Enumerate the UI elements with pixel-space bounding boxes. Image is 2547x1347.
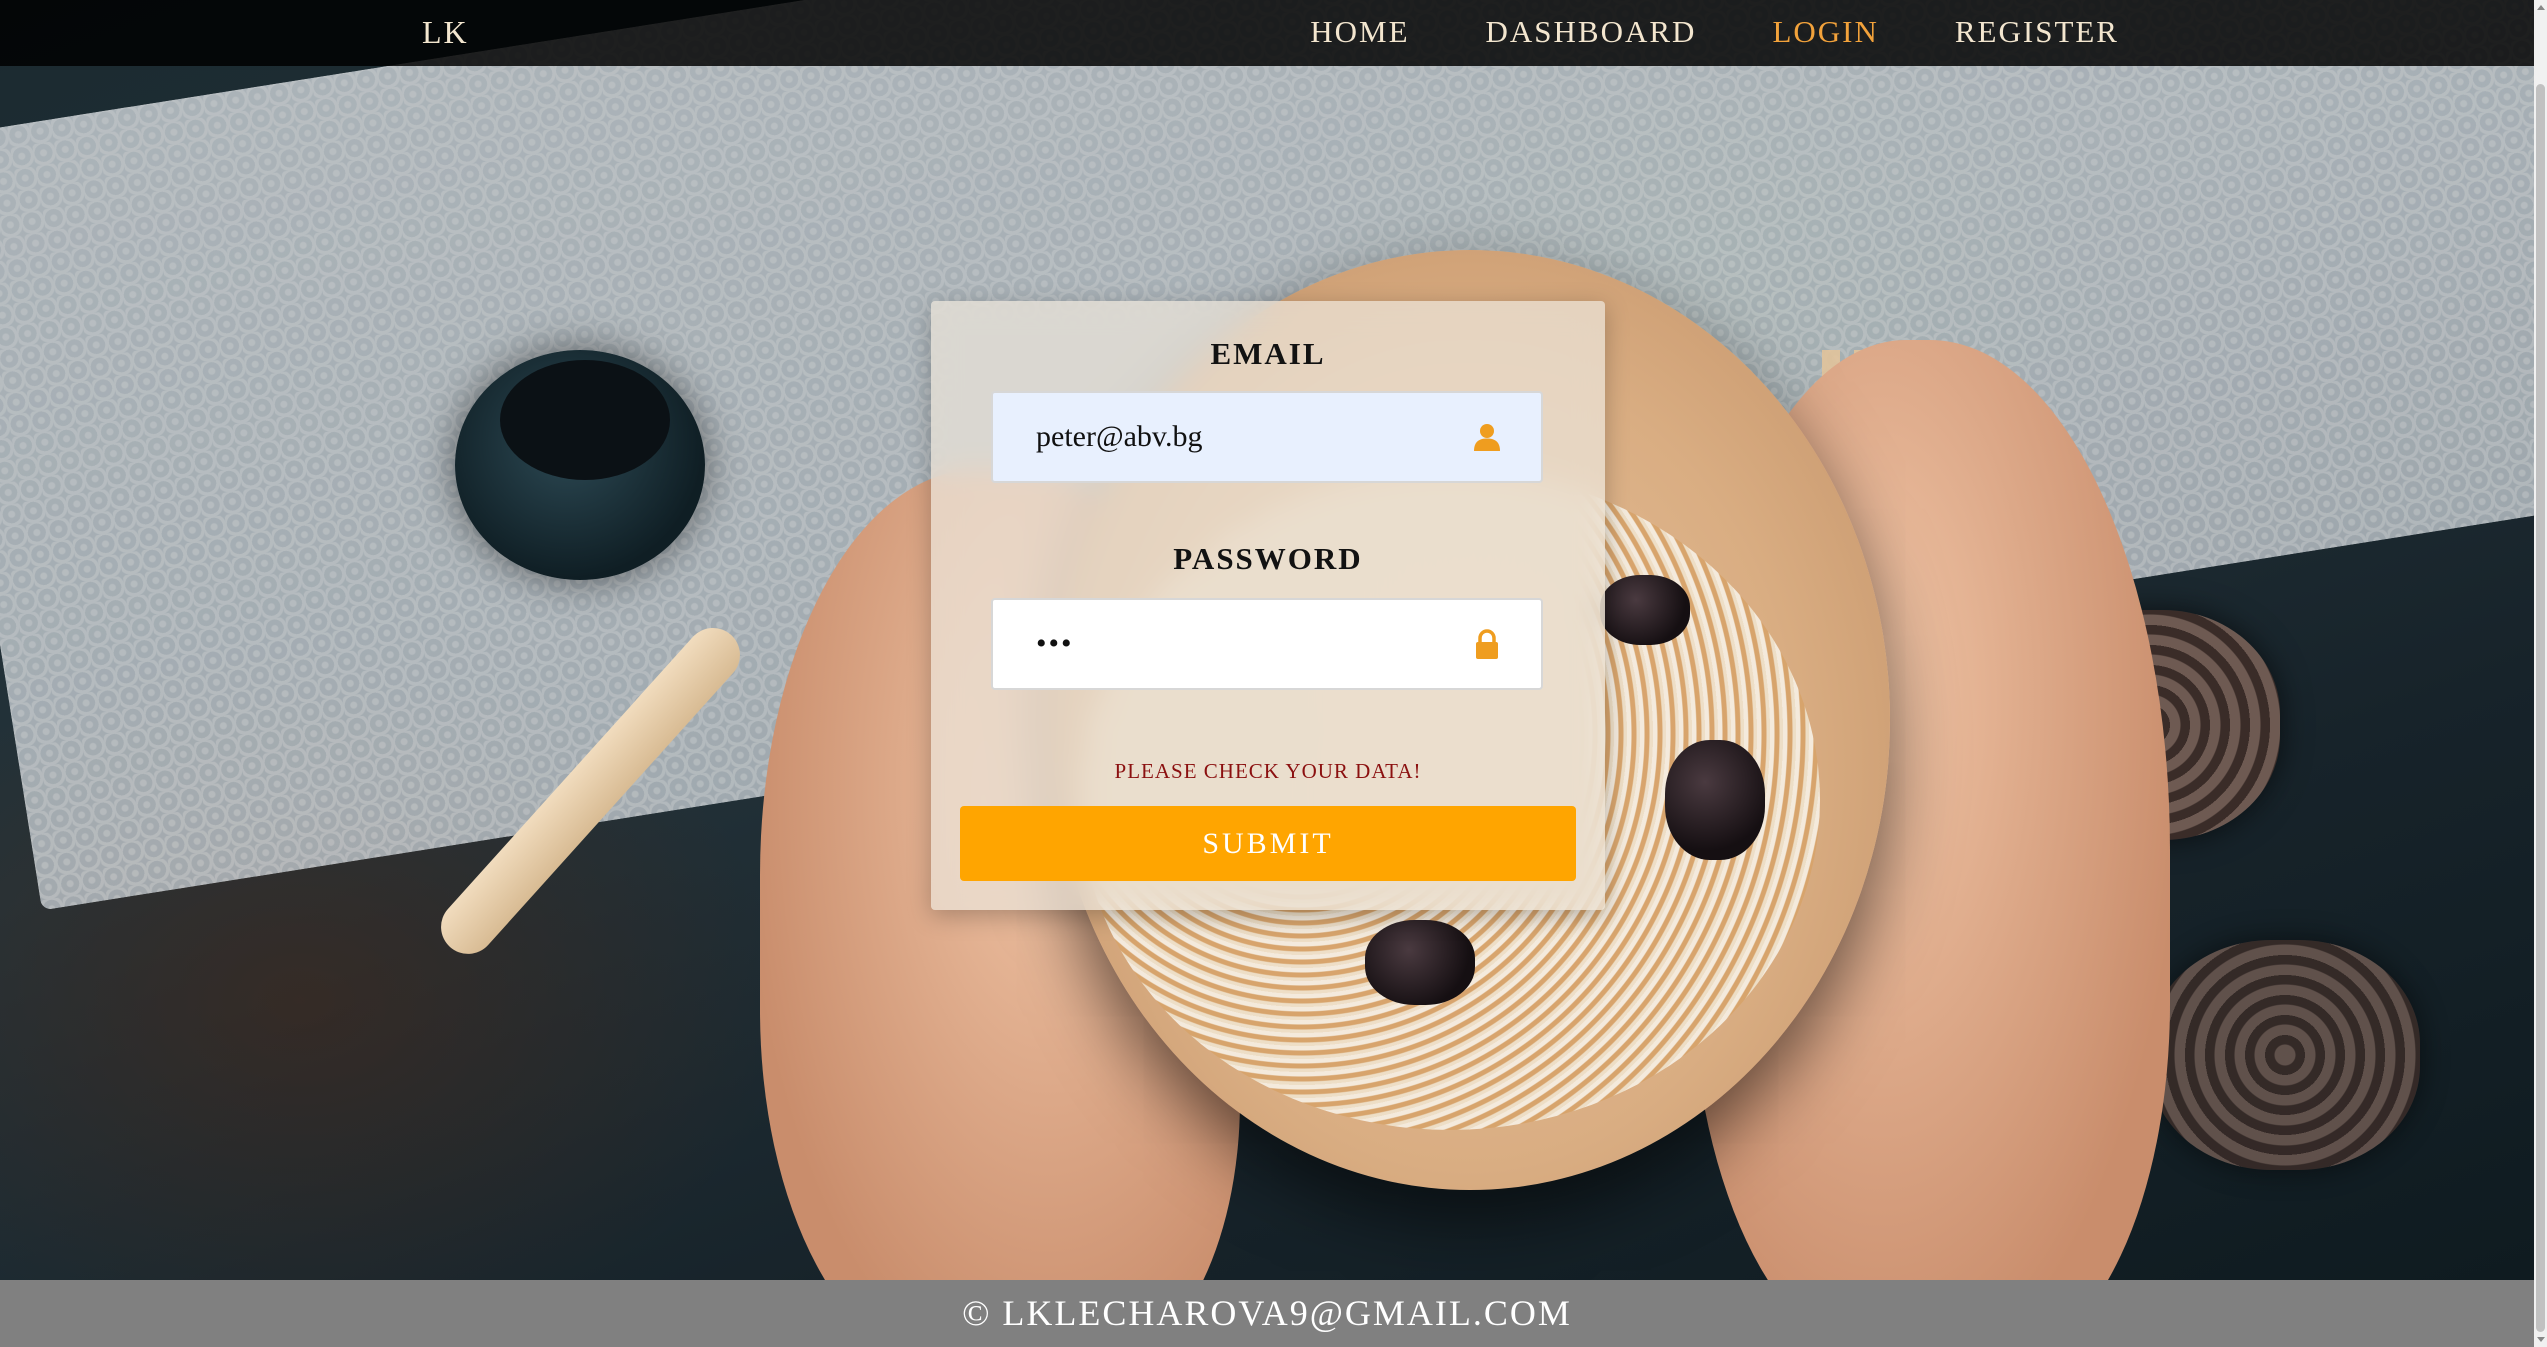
email-field-wrapper — [991, 391, 1543, 483]
scrollbar-thumb[interactable] — [2536, 84, 2545, 1332]
password-label: PASSWORD — [1173, 541, 1363, 576]
password-field-wrapper — [991, 598, 1543, 690]
scroll-down-icon[interactable] — [2537, 1337, 2545, 1342]
email-label: EMAIL — [1210, 336, 1326, 371]
page: LK HOME DASHBOARD LOGIN REGISTER EMAIL P… — [0, 0, 2547, 1347]
login-form: EMAIL PASSWORD PLEASE CHECK YOUR DATA! S… — [931, 301, 1605, 910]
error-message: PLEASE CHECK YOUR DATA! — [1114, 759, 1422, 783]
scroll-up-icon[interactable] — [2537, 5, 2545, 10]
footer: © LKLECHAROVA9@GMAIL.COM — [0, 1280, 2534, 1347]
navbar: LK HOME DASHBOARD LOGIN REGISTER — [0, 0, 2534, 66]
nav-link-login[interactable]: LOGIN — [1772, 14, 1878, 50]
footer-contact: © LKLECHAROVA9@GMAIL.COM — [962, 1293, 1572, 1333]
raisin — [1665, 740, 1765, 860]
pinecone — [2150, 940, 2420, 1170]
password-input[interactable] — [993, 600, 1541, 688]
nav-link-home[interactable]: HOME — [1310, 14, 1409, 50]
nav-links: HOME DASHBOARD LOGIN REGISTER — [1310, 14, 2119, 50]
user-icon — [1474, 424, 1500, 451]
submit-button[interactable]: SUBMIT — [960, 806, 1576, 881]
scrollbar[interactable] — [2534, 0, 2547, 1347]
vase-mouth — [500, 360, 670, 480]
email-input[interactable] — [993, 393, 1541, 481]
nav-link-register[interactable]: REGISTER — [1955, 14, 2119, 50]
brand-logo[interactable]: LK — [422, 14, 469, 51]
lock-icon — [1476, 629, 1498, 659]
raisin — [1600, 575, 1690, 645]
raisin — [1365, 920, 1475, 1005]
nav-link-dashboard[interactable]: DASHBOARD — [1486, 14, 1697, 50]
